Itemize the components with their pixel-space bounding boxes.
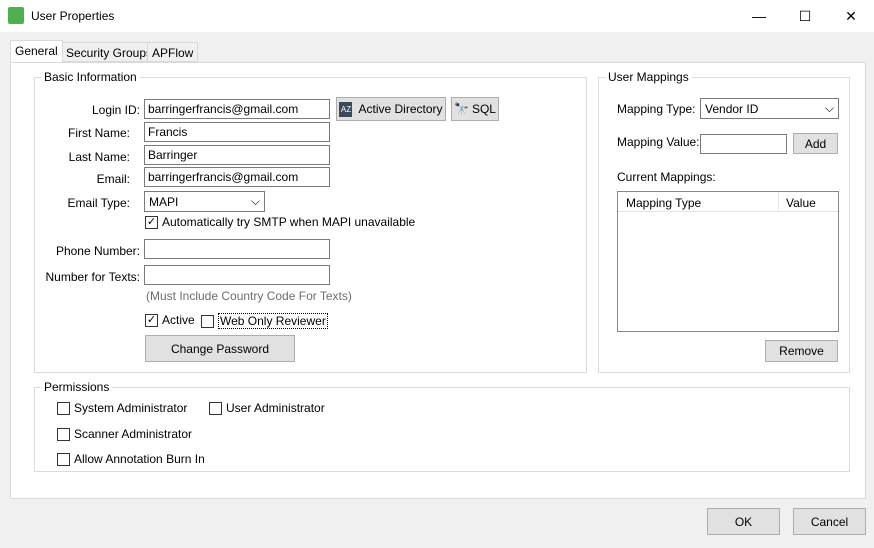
tab-security-groups[interactable]: Security Groups	[61, 42, 158, 62]
column-header-mapping-type[interactable]: Mapping Type	[618, 192, 779, 211]
maximize-button[interactable]: ☐	[782, 0, 828, 32]
mapping-value-label: Mapping Value:	[617, 135, 700, 149]
user-mappings-legend: User Mappings	[608, 70, 689, 84]
close-button[interactable]: ✕	[828, 0, 874, 32]
web-only-reviewer-checkbox[interactable]: Web Only Reviewer	[201, 313, 328, 329]
directory-icon: AZ	[339, 101, 353, 117]
active-directory-label: Active Directory	[358, 102, 443, 116]
allow-annotation-burn-in-checkbox[interactable]: Allow Annotation Burn In	[57, 452, 205, 466]
mapping-value-input[interactable]	[700, 134, 787, 154]
last-name-label: Last Name:	[68, 150, 130, 164]
web-only-reviewer-label: Web Only Reviewer	[218, 313, 328, 329]
email-type-value: MAPI	[149, 194, 179, 209]
column-header-value[interactable]: Value	[779, 192, 823, 211]
basic-information-legend: Basic Information	[44, 70, 137, 84]
system-administrator-checkbox[interactable]: System Administrator	[57, 401, 187, 415]
user-administrator-checkbox[interactable]: User Administrator	[209, 401, 325, 415]
permissions-legend: Permissions	[44, 380, 110, 394]
checkbox-unchecked-icon	[57, 401, 70, 415]
login-id-input[interactable]: barringerfrancis@gmail.com	[144, 99, 330, 119]
email-type-select[interactable]: MAPI ⌵	[144, 191, 265, 212]
scanner-administrator-checkbox[interactable]: Scanner Administrator	[57, 427, 192, 441]
number-for-texts-input[interactable]	[144, 265, 330, 285]
mappings-list[interactable]: Mapping Type Value	[617, 191, 839, 332]
mapping-type-label: Mapping Type:	[617, 102, 696, 116]
phone-number-label: Phone Number:	[55, 244, 140, 258]
smtp-checkbox[interactable]: ✓ Automatically try SMTP when MAPI unavai…	[145, 215, 415, 229]
last-name-input[interactable]: Barringer	[144, 145, 330, 165]
checkbox-checked-icon: ✓	[145, 215, 158, 229]
sql-label: SQL	[471, 102, 496, 116]
login-id-label: Login ID:	[91, 103, 140, 117]
checkbox-unchecked-icon	[57, 452, 70, 466]
user-administrator-label: User Administrator	[226, 401, 325, 415]
number-for-texts-label: Number for Texts:	[45, 270, 140, 284]
current-mappings-label: Current Mappings:	[617, 170, 716, 184]
phone-number-input[interactable]	[144, 239, 330, 259]
chevron-down-icon: ⌵	[250, 194, 260, 208]
sql-button[interactable]: 🔭 SQL	[451, 97, 499, 121]
email-type-label: Email Type:	[67, 196, 130, 210]
checkbox-unchecked-icon	[201, 314, 214, 328]
mapping-type-select[interactable]: Vendor ID ⌵	[700, 98, 839, 119]
scanner-administrator-label: Scanner Administrator	[74, 427, 193, 441]
system-administrator-label: System Administrator	[74, 401, 188, 415]
change-password-button[interactable]: Change Password	[145, 335, 295, 362]
tab-apflow[interactable]: APFlow	[147, 42, 199, 62]
email-label: Email:	[96, 172, 130, 186]
title-bar: User Properties — ☐ ✕	[0, 0, 874, 32]
add-mapping-button[interactable]: Add	[793, 133, 838, 154]
ok-button[interactable]: OK	[707, 508, 780, 535]
mapping-type-value: Vendor ID	[705, 101, 759, 116]
checkbox-checked-icon: ✓	[145, 313, 158, 327]
remove-mapping-button[interactable]: Remove	[765, 340, 838, 362]
checkbox-unchecked-icon	[209, 401, 222, 415]
window-title: User Properties	[31, 9, 115, 23]
active-directory-button[interactable]: AZ Active Directory	[336, 97, 446, 121]
cancel-button[interactable]: Cancel	[793, 508, 866, 535]
binoculars-icon: 🔭	[454, 102, 469, 116]
app-icon	[8, 7, 24, 24]
first-name-label: First Name:	[67, 126, 130, 140]
texts-hint: (Must Include Country Code For Texts)	[146, 289, 352, 303]
chevron-down-icon: ⌵	[824, 101, 834, 115]
active-label: Active	[162, 313, 195, 327]
active-checkbox[interactable]: ✓ Active	[145, 313, 195, 327]
minimize-button[interactable]: —	[736, 0, 782, 32]
checkbox-unchecked-icon	[57, 427, 70, 441]
allow-annotation-burn-in-label: Allow Annotation Burn In	[74, 452, 205, 466]
first-name-input[interactable]: Francis	[144, 122, 330, 142]
smtp-label: Automatically try SMTP when MAPI unavail…	[162, 215, 416, 229]
tab-general[interactable]: General	[10, 40, 63, 62]
email-input[interactable]: barringerfrancis@gmail.com	[144, 167, 330, 187]
